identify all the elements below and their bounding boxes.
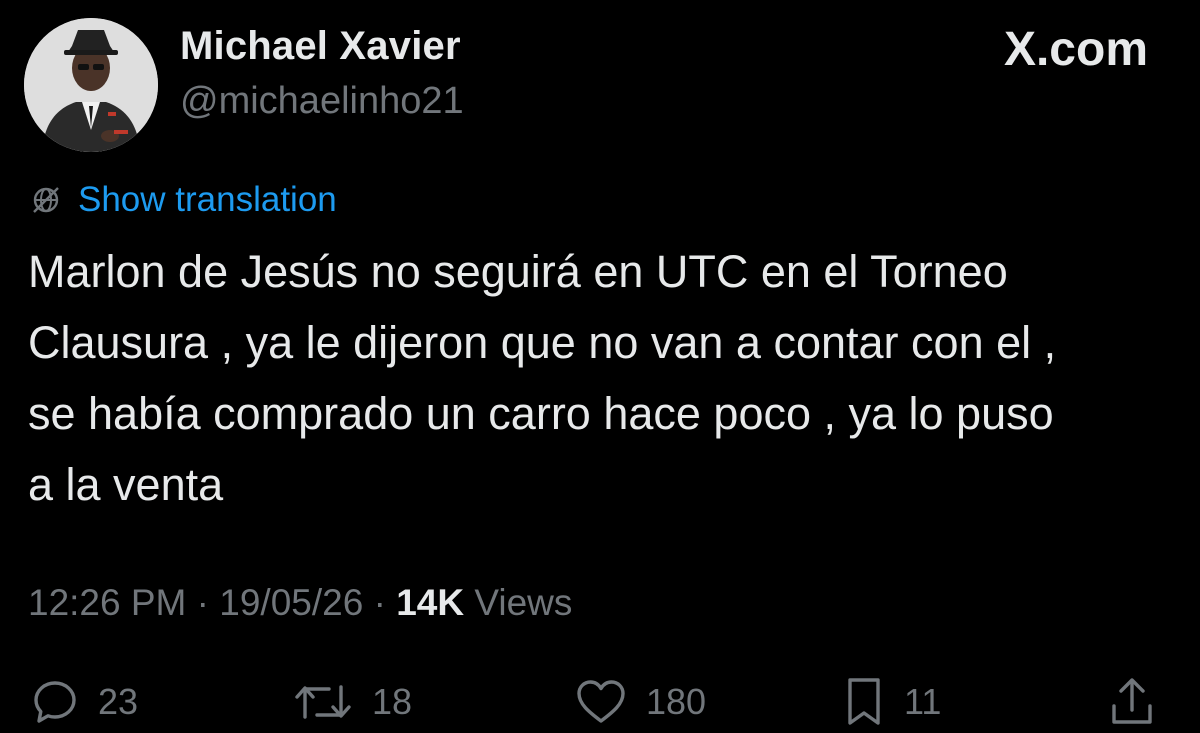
- action-bar: 23 18 180 11: [0, 672, 1200, 732]
- globe-icon: [33, 187, 59, 213]
- avatar[interactable]: [24, 18, 158, 152]
- bookmark-button[interactable]: 11: [842, 672, 941, 732]
- reply-count: 23: [98, 681, 139, 722]
- show-translation-button[interactable]: Show translation: [30, 178, 337, 222]
- bookmark-icon: [848, 678, 880, 725]
- tweet-text-line: Marlon de Jesús no seguirá en UTC en el …: [28, 246, 1008, 297]
- tweet-text-line: se había comprado un carro hace poco , y…: [28, 388, 1054, 439]
- repost-icon: [295, 685, 351, 719]
- tweet-card: Michael Xavier @michaelinho21 X.com Show…: [0, 0, 1200, 733]
- share-button[interactable]: [1108, 672, 1156, 732]
- author-handle[interactable]: @michaelinho21: [180, 80, 464, 123]
- meta-separator: ·: [373, 582, 386, 623]
- heart-icon: [577, 680, 625, 723]
- repost-button[interactable]: 18: [292, 672, 412, 732]
- views-count: 14K: [396, 582, 465, 623]
- author-display-name[interactable]: Michael Xavier: [180, 24, 461, 69]
- views-label: Views: [474, 582, 573, 623]
- tweet-text: Marlon de Jesús no seguirá en UTC en el …: [28, 236, 1178, 520]
- reply-button[interactable]: 23: [30, 672, 138, 732]
- tweet-text-line: Clausura , ya le dijeron que no van a co…: [28, 317, 1057, 368]
- tweet-meta: 12:26 PM · 19/05/26 · 14K Views: [28, 582, 572, 624]
- like-button[interactable]: 180: [574, 672, 706, 732]
- like-count: 180: [646, 681, 707, 722]
- show-translation-label: Show translation: [78, 180, 337, 219]
- meta-separator: ·: [196, 582, 209, 623]
- profile-photo-icon: [24, 18, 158, 152]
- share-icon: [1112, 678, 1152, 724]
- bookmark-count: 11: [904, 681, 942, 722]
- tweet-date[interactable]: 19/05/26: [219, 582, 363, 623]
- reply-icon: [34, 681, 76, 723]
- tweet-text-line: a la venta: [28, 459, 224, 510]
- tweet-time[interactable]: 12:26 PM: [28, 582, 186, 623]
- brand-logo: X.com: [1003, 23, 1148, 76]
- repost-count: 18: [372, 681, 413, 722]
